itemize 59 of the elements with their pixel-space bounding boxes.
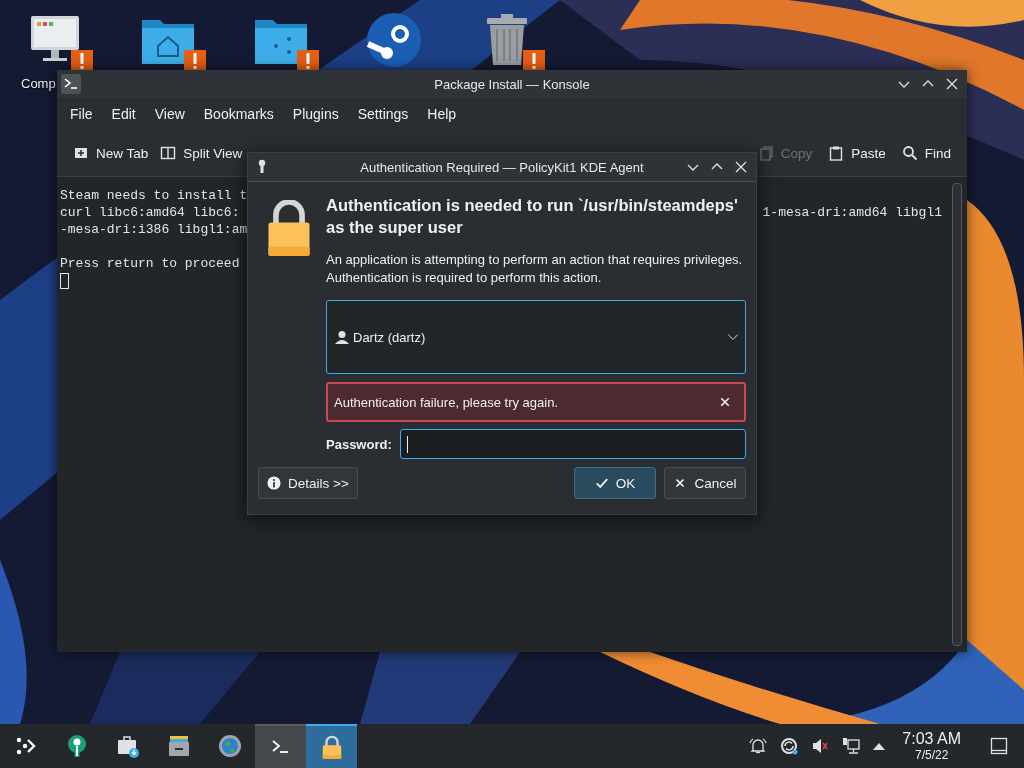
search-icon [901, 145, 918, 161]
globe-gear-icon [217, 734, 242, 758]
user-icon [335, 330, 349, 344]
window-title: Package Install — Konsole [433, 76, 591, 92]
new-tab-icon [73, 145, 89, 161]
muted-speaker-icon[interactable] [811, 737, 830, 755]
terminal-icon [61, 74, 81, 94]
show-desktop-icon[interactable] [990, 737, 1008, 755]
new-tab-button[interactable]: New Tab [65, 141, 157, 165]
menu-item[interactable]: Help [418, 102, 466, 126]
paste-button[interactable]: Paste [820, 141, 894, 165]
error-text: Authentication failure, please try again. [334, 394, 559, 410]
scrollbar[interactable] [952, 183, 962, 646]
alarm-bell-icon[interactable] [749, 737, 768, 755]
briefcase-download-icon [115, 734, 140, 758]
menu-item[interactable]: View [145, 102, 194, 126]
close-icon[interactable] [720, 397, 730, 407]
find-button[interactable]: Find [893, 141, 959, 165]
close-icon[interactable] [734, 160, 748, 174]
split-view-button[interactable]: Split View [156, 141, 251, 165]
terminal-task-button[interactable] [255, 724, 306, 768]
terminal-text: Press return to proceed [60, 255, 240, 272]
copy-icon [757, 145, 774, 161]
terminal-cursor [60, 273, 69, 289]
clock-date[interactable]: 7/5/22 [914, 748, 949, 762]
terminal-text: Steam needs to install t [60, 187, 248, 204]
menu-item[interactable]: Plugins [283, 102, 348, 126]
lock-task-button[interactable] [306, 724, 357, 768]
menu-item[interactable]: Bookmarks [194, 102, 283, 126]
menu-item[interactable]: Settings [348, 102, 418, 126]
key-icon [257, 159, 267, 175]
checkmark-icon [594, 476, 609, 490]
menu-item[interactable]: File [61, 102, 102, 126]
menu-item[interactable]: Edit [102, 102, 145, 126]
clipboard-icon [828, 145, 845, 161]
terminal-text: curl libc6:amd64 libc6: [60, 204, 240, 221]
details-button[interactable]: Details >> [258, 467, 358, 499]
file-cabinet-icon [166, 734, 191, 758]
dialog-message: An application is attempting to perform an action that requires privileges. Authentication is required to perform this action. [326, 251, 744, 287]
password-label: Password: [326, 436, 392, 452]
cancel-button[interactable]: Cancel [664, 467, 746, 499]
dialog-heading: Authentication is needed to run `/usr/bin/steamdeps' as the super user [326, 195, 739, 238]
split-view-icon [160, 145, 177, 161]
ok-button[interactable]: OK [574, 467, 656, 499]
steam-icon[interactable] [366, 12, 422, 68]
window-title: Authentication Required — PolicyKit1 KDE Agent [359, 159, 645, 175]
wired-network-icon[interactable] [842, 737, 861, 755]
terminal-text: -mesa-dri:i386 libgl1:am [60, 221, 248, 238]
chevron-down-icon [727, 333, 739, 341]
password-field[interactable] [399, 429, 746, 459]
user-dropdown[interactable]: Dartz (dartz) [326, 300, 746, 374]
expand-arrow-icon[interactable] [873, 742, 886, 750]
close-icon[interactable] [945, 77, 959, 91]
info-icon [267, 476, 281, 490]
padlock-icon [266, 200, 312, 256]
desktop-icon-label[interactable]: Comp [21, 76, 56, 91]
clock-time[interactable]: 7:03 AM [902, 730, 961, 748]
terminal-text: 1-mesa-dri:amd64 libgl1 [762, 204, 942, 221]
sync-icon[interactable] [780, 737, 799, 755]
